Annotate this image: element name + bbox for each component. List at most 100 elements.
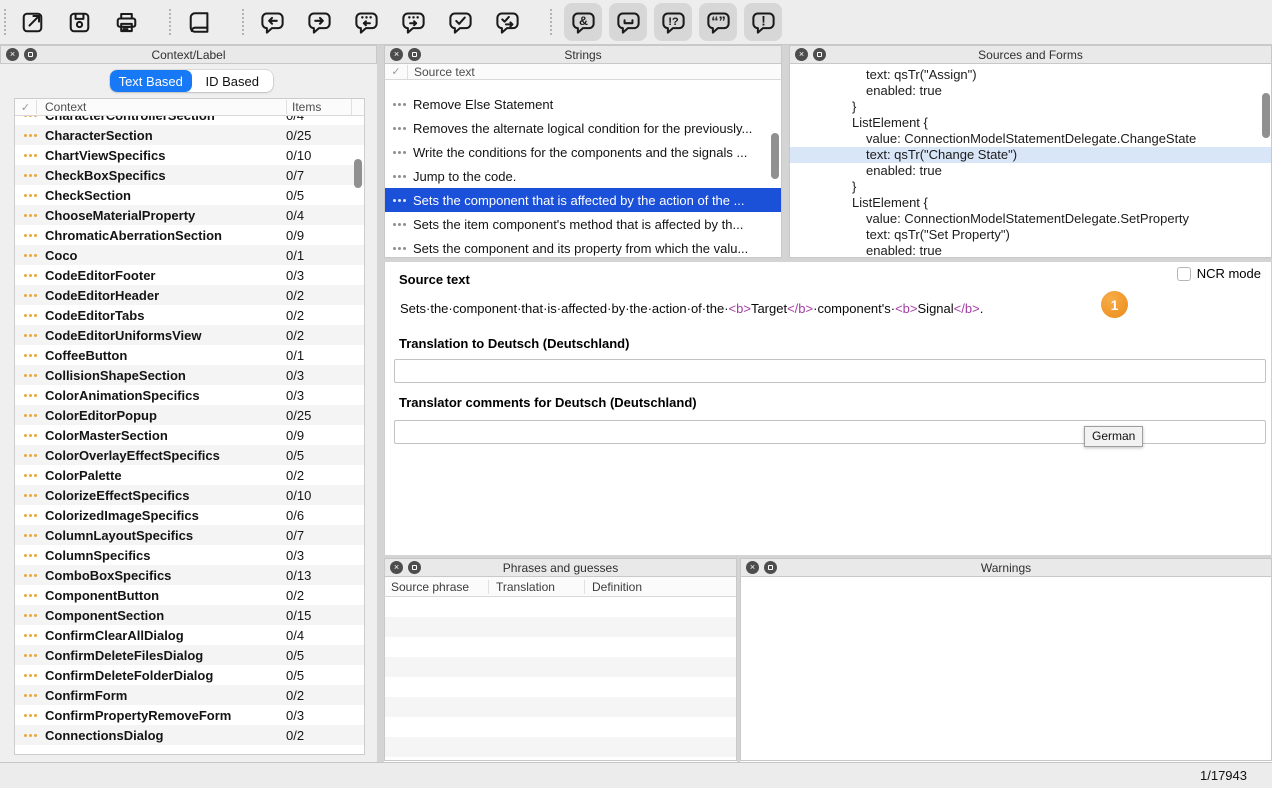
tab-id-based[interactable]: ID Based (192, 70, 274, 92)
list-item[interactable]: Sets the item component's method that is… (385, 212, 781, 236)
table-row[interactable]: ChooseMaterialProperty0/4 (15, 205, 364, 225)
close-icon[interactable]: × (746, 561, 759, 574)
table-row[interactable]: ComboBoxSpecifics0/13 (15, 565, 364, 585)
done-save-and-next-button[interactable] (491, 3, 524, 41)
table-row[interactable]: ConfirmForm0/2 (15, 685, 364, 705)
prev-unfinished-button[interactable] (256, 3, 289, 41)
sources-scrollbar[interactable] (1262, 93, 1270, 138)
strings-scrollbar[interactable] (771, 133, 779, 179)
context-table-header: ✓ Context Items (15, 99, 364, 116)
status-bar: 1/17943 (0, 762, 1272, 788)
table-row[interactable]: CheckSection0/5 (15, 185, 364, 205)
next-unfinished-button[interactable] (303, 3, 336, 41)
table-row[interactable]: ConfirmDeleteFilesDialog0/5 (15, 645, 364, 665)
open-button[interactable] (16, 3, 49, 41)
table-row[interactable]: CodeEditorFooter0/3 (15, 265, 364, 285)
unfinished-icon (24, 434, 37, 437)
toggle-punctuation-button[interactable]: !? (654, 3, 692, 41)
table-row[interactable]: ColorEditorPopup0/25 (15, 405, 364, 425)
toggle-accelerators-button[interactable]: & (564, 3, 602, 41)
table-row[interactable]: ColorizedImageSpecifics0/6 (15, 505, 364, 525)
source-text-column-header[interactable]: Source text (407, 65, 475, 79)
float-icon[interactable] (24, 48, 37, 61)
table-row[interactable]: CodeEditorTabs0/2 (15, 305, 364, 325)
table-row[interactable]: ComponentSection0/15 (15, 605, 364, 625)
done-and-next-button[interactable] (444, 3, 477, 41)
table-row[interactable]: CollisionShapeSection0/3 (15, 365, 364, 385)
strings-header: ✓ Source text (384, 64, 782, 80)
table-row[interactable]: ConfirmPropertyRemoveForm0/3 (15, 705, 364, 725)
table-row[interactable]: CharacterSection0/25 (15, 125, 364, 145)
code-line: enabled: true (790, 243, 1271, 258)
context-scrollbar[interactable] (354, 159, 362, 188)
phrases-panel: × Phrases and guesses Source phrase Tran… (384, 558, 737, 762)
svg-text:!: ! (761, 13, 766, 28)
table-row[interactable]: ColumnLayoutSpecifics0/7 (15, 525, 364, 545)
close-icon[interactable]: × (390, 561, 403, 574)
table-row[interactable]: CheckBoxSpecifics0/7 (15, 165, 364, 185)
definition-column-header[interactable]: Definition (584, 580, 736, 594)
prev-button[interactable] (350, 3, 383, 41)
unfinished-icon (24, 116, 37, 117)
list-item[interactable]: Jump to the code. (385, 164, 781, 188)
unfinished-icon (24, 454, 37, 457)
float-icon[interactable] (813, 48, 826, 61)
list-item[interactable]: Sets the component and its property from… (385, 236, 781, 258)
toggle-place-markers-button[interactable]: ! (744, 3, 782, 41)
svg-text:&: & (579, 13, 588, 27)
save-button[interactable] (63, 3, 96, 41)
table-row[interactable]: Coco0/1 (15, 245, 364, 265)
table-row[interactable]: ColorPalette0/2 (15, 465, 364, 485)
table-row[interactable]: ColorMasterSection0/9 (15, 425, 364, 445)
table-row[interactable]: ColumnSpecifics0/3 (15, 545, 364, 565)
table-row[interactable]: ConnectionsDialog0/2 (15, 725, 364, 745)
next-button[interactable] (397, 3, 430, 41)
list-item[interactable]: Sets the component that is affected by t… (385, 188, 781, 212)
print-button[interactable] (110, 3, 143, 41)
source-phrase-column-header[interactable]: Source phrase (385, 580, 488, 594)
toggle-phrase-matches-button[interactable]: “” (699, 3, 737, 41)
table-row[interactable]: ConfirmDeleteFolderDialog0/5 (15, 665, 364, 685)
translation-column-header[interactable]: Translation (488, 580, 584, 594)
unfinished-icon (24, 614, 37, 617)
list-item[interactable]: Remove Else Statement (385, 92, 781, 116)
float-icon[interactable] (408, 561, 421, 574)
float-icon[interactable] (764, 561, 777, 574)
table-row[interactable]: ChromaticAberrationSection0/9 (15, 225, 364, 245)
toolbar-drag-handle[interactable] (4, 9, 6, 35)
table-row[interactable]: ColorAnimationSpecifics0/3 (15, 385, 364, 405)
close-icon[interactable]: × (390, 48, 403, 61)
unfinished-icon (24, 194, 37, 197)
phrasebook-button[interactable] (183, 3, 216, 41)
translation-editor: Source text Sets·the·component·that·is·a… (384, 262, 1272, 555)
source-text-fragment: Signal (918, 301, 954, 316)
table-row[interactable]: ColorOverlayEffectSpecifics0/5 (15, 445, 364, 465)
list-item[interactable]: Write the conditions for the components … (385, 140, 781, 164)
table-row[interactable]: CoffeeButton0/1 (15, 345, 364, 365)
close-icon[interactable]: × (795, 48, 808, 61)
tab-text-based[interactable]: Text Based (110, 70, 192, 92)
ncr-mode-checkbox[interactable] (1177, 267, 1191, 281)
list-item[interactable]: Removes the alternate logical condition … (385, 116, 781, 140)
table-row[interactable]: CodeEditorHeader0/2 (15, 285, 364, 305)
unfinished-icon (24, 734, 37, 737)
table-row[interactable]: ComponentButton0/2 (15, 585, 364, 605)
context-column-header[interactable]: Context (36, 100, 286, 114)
source-code-view[interactable]: text: qsTr("Assign")enabled: true}ListEl… (789, 64, 1272, 258)
close-icon[interactable]: × (6, 48, 19, 61)
table-row[interactable]: ColorizeEffectSpecifics0/10 (15, 485, 364, 505)
phrases-panel-titlebar: × Phrases and guesses (384, 558, 737, 577)
table-row[interactable]: CodeEditorUniformsView0/2 (15, 325, 364, 345)
table-row[interactable]: ChartViewSpecifics0/10 (15, 145, 364, 165)
list-item[interactable] (385, 80, 781, 92)
table-row[interactable]: ConfirmClearAllDialog0/4 (15, 625, 364, 645)
translation-input[interactable] (394, 359, 1266, 383)
sources-panel-titlebar: × Sources and Forms (789, 45, 1272, 64)
float-icon[interactable] (408, 48, 421, 61)
table-row[interactable]: CharacterControllerSection0/4 (15, 116, 364, 125)
toggle-whitespace-button[interactable] (609, 3, 647, 41)
context-table: ✓ Context Items CharacterControllerSecti… (14, 98, 365, 755)
items-column-header[interactable]: Items (286, 100, 351, 114)
unfinished-icon (24, 254, 37, 257)
unfinished-icon (24, 274, 37, 277)
